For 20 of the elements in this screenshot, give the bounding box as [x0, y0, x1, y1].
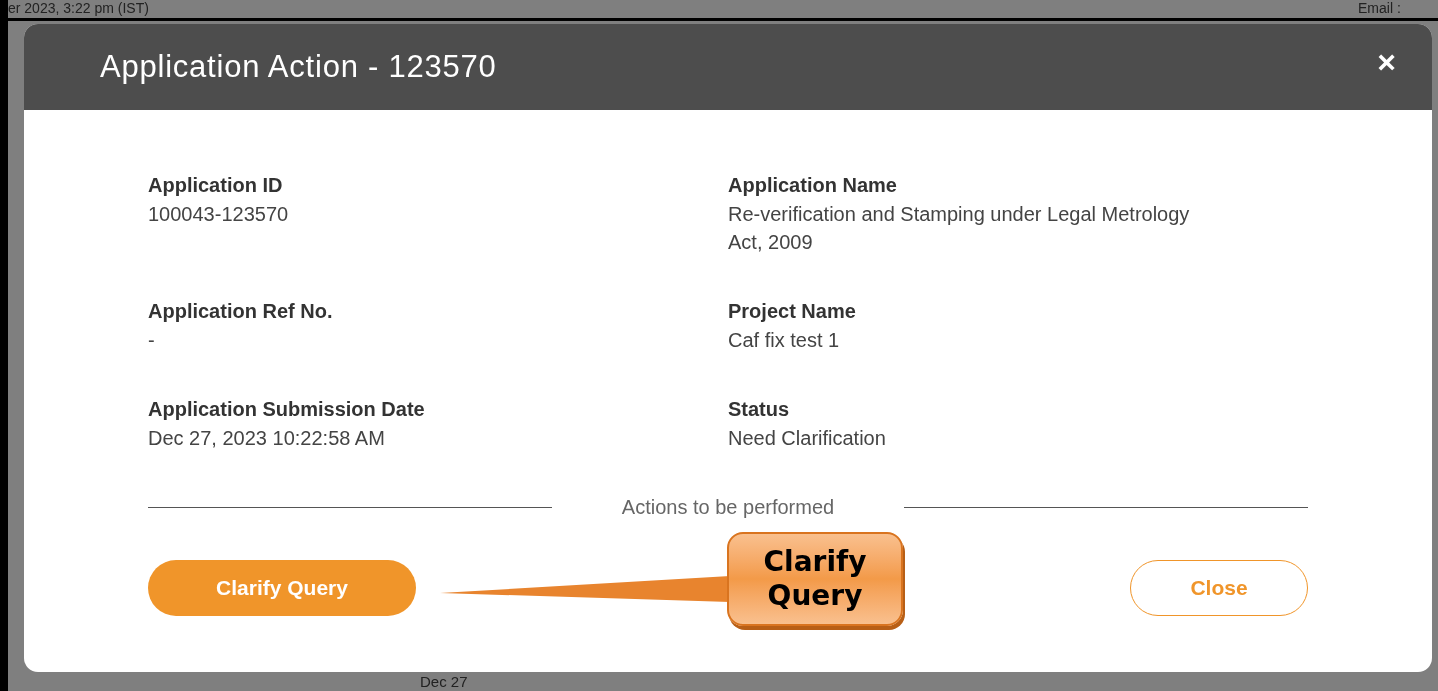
field-value: Caf fix test 1	[728, 328, 841, 353]
callout-text: Clarify Query	[762, 545, 868, 613]
close-button[interactable]: Close	[1130, 560, 1308, 616]
field-value: -	[148, 328, 156, 353]
field-value: 100043-123570	[148, 202, 290, 227]
field-label: Project Name	[728, 299, 857, 324]
field-value: Dec 27, 2023 10:22:58 AM	[148, 426, 386, 451]
field-label: Application Submission Date	[148, 397, 426, 422]
background-text: Dec 27	[420, 674, 468, 689]
field-label: Application Ref No.	[148, 299, 334, 324]
field-value: Need Clarification	[728, 426, 887, 451]
background-text: er 2023, 3:22 pm (IST)	[8, 1, 149, 15]
clarify-query-button[interactable]: Clarify Query	[148, 560, 416, 616]
field-label: Status	[728, 397, 791, 422]
background-text: Email :	[1358, 1, 1401, 15]
field-label: Application Name	[728, 173, 898, 198]
section-heading: Actions to be performed	[620, 495, 836, 520]
field-value: Re-verification and Stamping under Legal Metrology Act, 2009	[728, 202, 1191, 255]
dialog-title: Application Action - 123570	[100, 47, 497, 86]
field-label: Application ID	[148, 173, 284, 198]
